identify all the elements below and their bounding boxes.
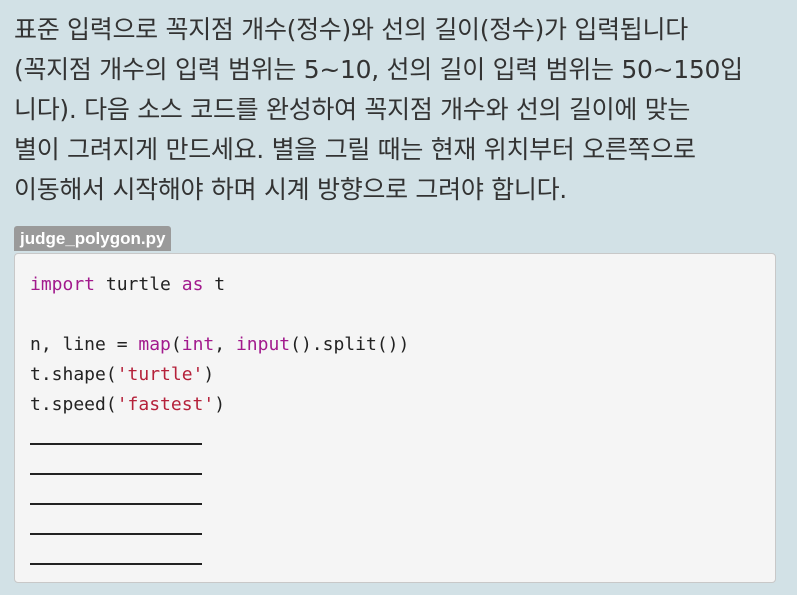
builtin-int: int	[181, 334, 215, 355]
code-text: t	[203, 274, 226, 295]
keyword-import: import	[30, 274, 96, 295]
description-line-2: (꼭지점 개수의 입력 범위는 5~10, 선의 길이 입력 범위는 50~15…	[14, 55, 743, 84]
code-text: turtle	[95, 274, 182, 295]
code-blank-line	[30, 540, 202, 570]
code-text: )	[214, 394, 226, 415]
description-line-1: 표준 입력으로 꼭지점 개수(정수)와 선의 길이(정수)가 입력됩니다	[14, 15, 688, 44]
code-line-shape: t.shape('turtle')	[30, 360, 775, 390]
code-blank-line	[30, 510, 202, 540]
code-line-speed: t.speed('fastest')	[30, 390, 775, 420]
code-text: t.shape(	[30, 364, 117, 385]
code-blank-line	[30, 420, 202, 450]
code-line-import: import turtle as t	[30, 270, 775, 300]
description-line-3: 니다). 다음 소스 코드를 완성하여 꼭지점 개수와 선의 길이에 맞는	[14, 95, 691, 124]
builtin-map: map	[138, 334, 171, 355]
code-blank-line	[30, 480, 202, 510]
code-text: ().split())	[290, 334, 410, 355]
blank-lines	[30, 420, 775, 570]
code-text: ,	[214, 334, 236, 355]
code-block: import turtle as t n, line = map(int, in…	[14, 253, 776, 583]
code-text: )	[203, 364, 215, 385]
string-literal: 'fastest'	[116, 394, 215, 415]
description-line-5: 이동해서 시작해야 하며 시계 방향으로 그려야 합니다.	[14, 175, 567, 204]
filename-tag: judge_polygon.py	[14, 226, 172, 251]
keyword-as: as	[181, 274, 204, 295]
code-blank-line	[30, 450, 202, 480]
builtin-input: input	[235, 334, 291, 355]
problem-description: 표준 입력으로 꼭지점 개수(정수)와 선의 길이(정수)가 입력됩니다 (꼭지…	[14, 10, 789, 210]
code-line-input: n, line = map(int, input().split())	[30, 330, 775, 360]
description-line-4: 별이 그려지게 만드세요. 별을 그릴 때는 현재 위치부터 오른쪽으로	[14, 135, 696, 164]
string-literal: 'turtle'	[116, 364, 204, 385]
code-text: t.speed(	[30, 394, 117, 415]
code-text: n, line =	[30, 334, 139, 355]
code-text: (	[170, 334, 182, 355]
